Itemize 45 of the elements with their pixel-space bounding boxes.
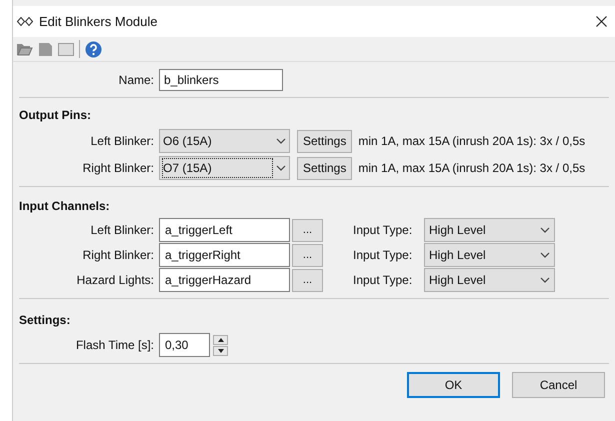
chevron-down-icon — [540, 227, 550, 233]
window-title: Edit Blinkers Module — [39, 12, 158, 31]
browse-button[interactable]: ... — [292, 268, 323, 292]
field-label: Left Blinker: — [90, 222, 155, 239]
pin-info: min 1A, max 15A (inrush 20A 1s): 3x / 0,5s — [358, 133, 586, 150]
channel-field[interactable]: a_triggerRight — [159, 243, 290, 267]
chevron-down-icon — [540, 252, 550, 258]
settings-button[interactable]: Settings — [297, 156, 352, 180]
browse-button[interactable]: ... — [292, 244, 323, 266]
field-label: Hazard Lights: — [76, 272, 155, 289]
input-type-dropdown[interactable]: High Level — [424, 218, 555, 242]
section-heading: Output Pins: — [18, 107, 92, 124]
section-heading: Settings: — [18, 312, 72, 329]
field-label: Right Blinker: — [82, 160, 155, 177]
field-label: Left Blinker: — [90, 133, 155, 150]
close-icon[interactable] — [596, 16, 607, 27]
pin-dropdown[interactable]: O7 (15A) — [159, 156, 290, 180]
section-heading: Input Channels: — [18, 198, 111, 215]
ok-button[interactable]: OK — [407, 372, 500, 398]
folder-icon[interactable] — [16, 42, 33, 56]
field-label: Input Type: — [353, 247, 414, 264]
name-field[interactable]: b_blinkers — [159, 68, 283, 90]
settings-button[interactable]: Settings — [297, 130, 352, 152]
spinner[interactable] — [213, 334, 228, 356]
field-label: Input Type: — [353, 222, 414, 239]
flash-time-field[interactable]: 0,30 — [159, 333, 210, 357]
chevron-down-icon — [276, 138, 286, 144]
up-arrow-icon[interactable] — [218, 338, 224, 342]
help-icon[interactable] — [85, 40, 102, 58]
down-arrow-icon[interactable] — [218, 348, 224, 352]
pin-dropdown[interactable]: O6 (15A) — [159, 129, 290, 153]
chevron-down-icon — [276, 165, 286, 171]
input-type-dropdown[interactable]: High Level — [424, 268, 555, 292]
field-label: Input Type: — [353, 272, 414, 289]
chevron-down-icon — [540, 277, 550, 283]
cancel-button[interactable]: Cancel — [512, 372, 605, 398]
field-label: Right Blinker: — [82, 247, 155, 264]
channel-field[interactable]: a_triggerHazard — [159, 268, 290, 292]
channel-field[interactable]: a_triggerLeft — [159, 218, 290, 242]
pin-info: min 1A, max 15A (inrush 20A 1s): 3x / 0,5s — [358, 160, 586, 177]
field-label: Name: — [118, 72, 155, 88]
browse-button[interactable]: ... — [292, 218, 323, 242]
module-icon — [17, 17, 33, 26]
field-label: Flash Time [s]: — [74, 337, 155, 354]
input-type-dropdown[interactable]: High Level — [424, 243, 555, 267]
